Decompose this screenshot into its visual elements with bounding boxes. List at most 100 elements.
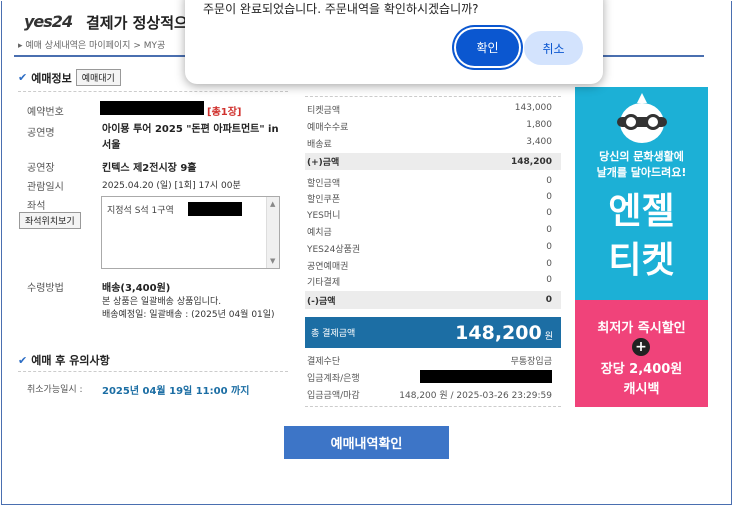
show-label: 공연명 [27,128,55,139]
yes24-logo[interactable]: yes24 [24,12,73,31]
summary-label: 공연예매권 [307,262,349,272]
summary-value: 0 [546,259,552,269]
reservation-section-header: ✔ 예매정보 예매대기 [18,69,121,86]
summary-value: 0 [546,225,552,235]
cancel-deadline-value: 2025년 04월 19일 11:00 까지 [102,386,250,397]
ad-line2: 날개를 달아드려요! [596,166,687,179]
delivery-date: 배송예정일: 일괄배송 : (2025년 04월 01일) [102,310,275,320]
check-icon: ✔ [18,353,28,367]
scroll-up-icon[interactable]: ▲ [270,200,275,208]
total-payment-bar: 총 결제금액 148,200 원 [305,317,561,348]
summary-row: 할인쿠폰 0 [305,192,561,205]
notice-section-header: ✔ 예매 후 유의사항 [18,352,110,368]
seat-value: 지정석 S석 1구역 [107,206,174,216]
summary-row: 공연예매권 0 [305,259,561,272]
ad-line1: 당신의 문화생활에 [599,150,684,163]
summary-label: 예매수수료 [307,123,349,133]
divider [305,96,561,97]
deadline-label: 입금금액/마감 [307,391,360,401]
summary-value: 148,200 [511,156,552,167]
pay-method-value: 무통장입금 [510,357,552,367]
summary-value: 3,400 [526,137,552,147]
seat-scrollbar[interactable]: ▲ ▼ [266,197,279,268]
summary-label: 할인쿠폰 [307,195,341,205]
summary-value: 143,000 [514,103,552,113]
pay-method-row: 결제수단 무통장입금 [305,354,561,367]
seat-textarea[interactable]: 지정석 S석 1구역 ▲ ▼ [101,196,280,269]
breadcrumb: ▸ 예매 상세내역은 마이페이지 > MY공 [18,41,166,51]
redacted-seat [188,202,242,216]
deadline-row: 입금금액/마감 148,200 원 / 2025-03-26 23:29:59 [305,388,561,401]
summary-row: YES24상품권 0 [305,242,561,255]
divider [305,406,561,407]
dialog-cancel-button[interactable]: 취소 [524,31,583,65]
summary-value: 0 [546,176,552,186]
redacted-account [420,370,552,383]
confirm-dialog: 주문이 완료되었습니다. 주문내역을 확인하시겠습니까? 확인 취소 [185,0,603,84]
deadline-value: 148,200 원 / 2025-03-26 23:29:59 [399,391,552,401]
total-amount: 148,200 [455,321,542,344]
summary-value: 0 [545,295,552,305]
summary-row: 배송료 3,400 [305,137,561,150]
summary-label: YES머니 [307,211,341,221]
summary-row: 할인금액 0 [305,176,561,189]
pickup-value: 배송(3,400원) [102,283,171,294]
summary-label: 할인금액 [307,179,341,189]
seat-location-button[interactable]: 좌석위치보기 [19,212,81,229]
summary-row: 기타결제 0 [305,275,561,288]
redacted-booking-number [100,101,204,115]
scroll-down-icon[interactable]: ▼ [270,257,275,265]
total-unit: 원 [544,331,553,342]
summary-label: 티켓금액 [307,106,341,116]
reservation-section-title: 예매정보 [31,71,72,85]
notice-section-title: 예매 후 유의사항 [31,354,110,367]
summary-row: 예치금 0 [305,225,561,238]
ad-brand2: 티켓 [608,240,675,281]
check-reservation-button[interactable]: 예매내역확인 [284,426,449,459]
ad-brand1: 엔젤 [608,191,675,232]
summary-value: 0 [546,208,552,218]
pickup-label: 수령방법 [27,283,64,294]
divider [18,91,288,92]
summary-value: 0 [546,242,552,252]
summary-label: 기타결제 [307,278,341,288]
account-label: 입금계좌/은행 [307,374,360,384]
booking-no-label: 예약번호 [27,107,64,118]
waiting-button[interactable]: 예매대기 [75,69,121,86]
date-label: 관람일시 [27,182,64,193]
page-title: 결제가 정상적으 [86,14,188,32]
summary-value: 0 [546,192,552,202]
ad-promo3: 캐시백 [623,382,660,397]
angel-ticket-ad[interactable]: 당신의 문화생활에 날개를 달아드려요! 엔젤 티켓 최저가 즉시할인 + 장당… [575,87,708,407]
show-name: 아이묭 투어 2025 "돈편 아파트먼트" in 서울 [102,124,279,151]
pickup-note: 본 상품은 일괄배송 상품입니다. [102,297,222,307]
summary-label: 예치금 [307,228,332,238]
summary-label: YES24상품권 [307,245,361,255]
ticket-count: [총1장] [207,107,242,118]
divider [18,371,288,372]
cancel-deadline-label: 취소가능일시 : [27,385,83,395]
check-icon: ✔ [18,71,28,84]
summary-plus-row: (+)금액 148,200 [305,153,561,170]
mascot-icon [617,93,667,143]
venue-value: 킨텍스 제2전시장 9홀 [102,163,197,174]
venue-label: 공연장 [27,163,55,174]
summary-label: (-)금액 [307,296,336,307]
summary-minus-row: (-)금액 0 [305,291,561,309]
summary-row: YES머니 0 [305,208,561,221]
ad-promo1: 최저가 즉시할인 [597,321,686,336]
pay-method-label: 결제수단 [307,357,341,367]
summary-value: 1,800 [526,120,552,130]
date-value: 2025.04.20 (일) [1회] 17시 00분 [102,181,241,191]
dialog-ok-button[interactable]: 확인 [456,29,519,66]
summary-row: 티켓금액 143,000 [305,103,561,116]
ad-promo-box: 최저가 즉시할인 + 장당 2,400원 캐시백 [575,300,708,407]
dialog-message: 주문이 완료되었습니다. 주문내역을 확인하시겠습니까? [203,2,479,16]
total-label: 총 결제금액 [311,329,356,339]
ad-promo2: 장당 2,400원 [600,362,683,377]
plus-icon: + [632,338,650,356]
summary-label: 배송료 [307,140,332,150]
summary-label: (+)금액 [307,158,340,168]
summary-value: 0 [546,275,552,285]
seat-label: 좌석 [27,201,46,212]
